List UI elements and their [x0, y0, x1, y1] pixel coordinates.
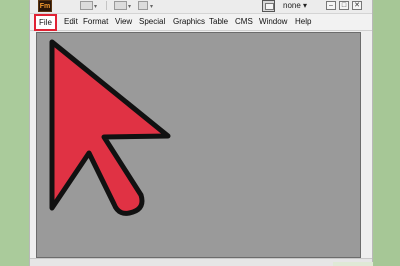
mouse-pointer-arrow-icon: [49, 39, 171, 216]
